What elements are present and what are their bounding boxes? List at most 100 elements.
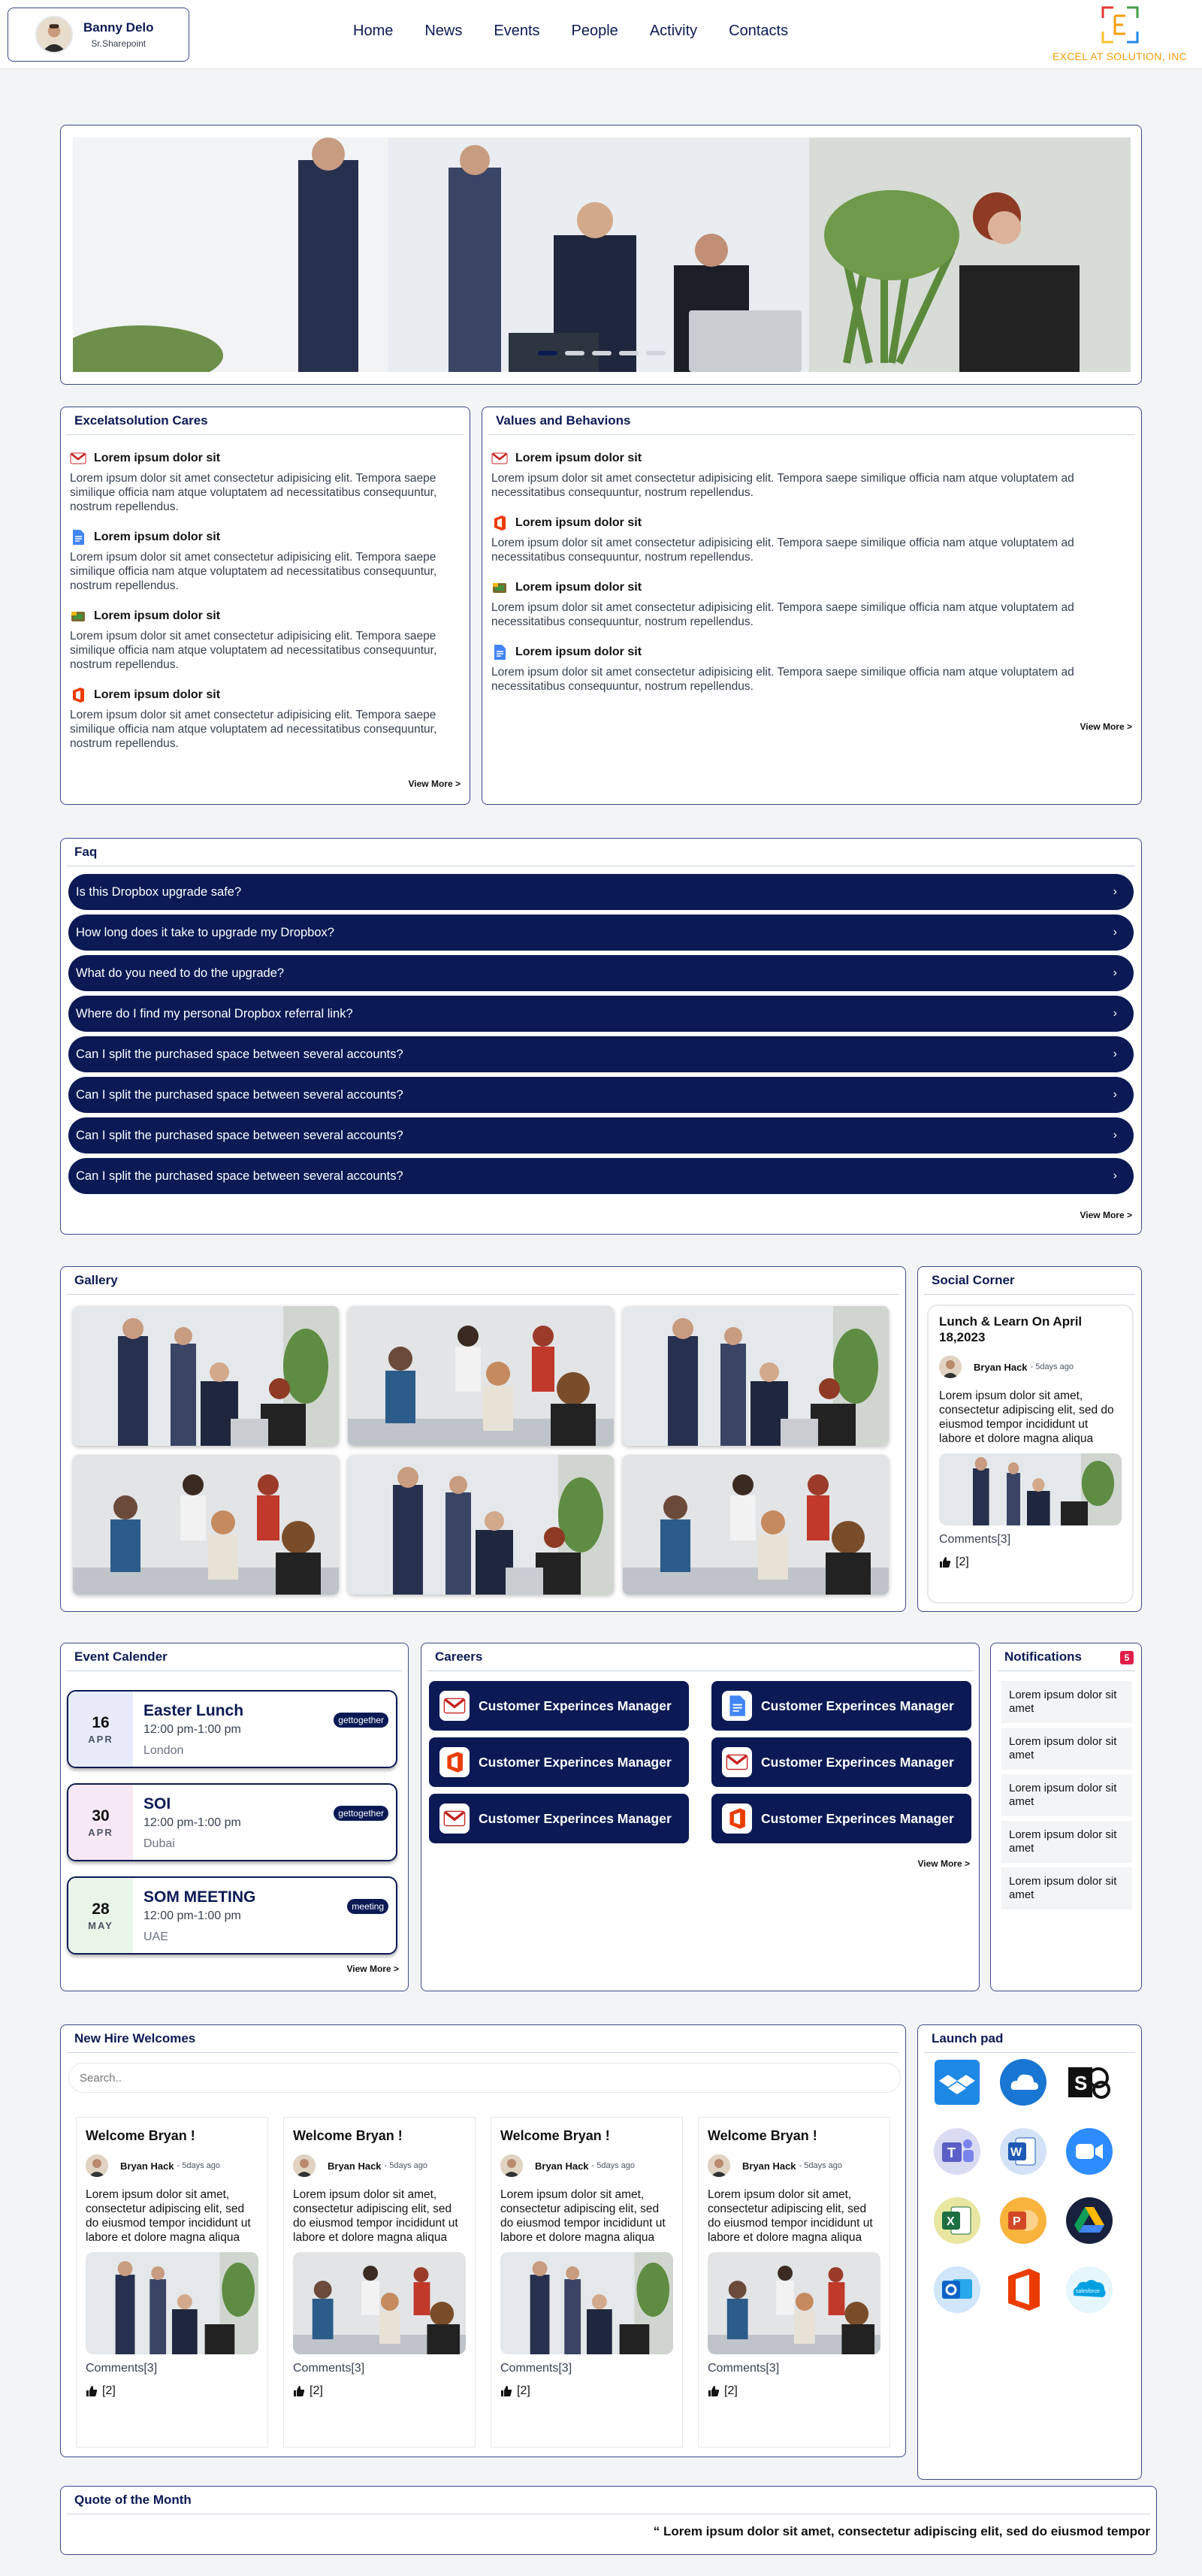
nav-people[interactable]: People xyxy=(572,23,618,40)
events-view-more[interactable]: View More > xyxy=(347,1964,399,1974)
post-comments[interactable]: Comments[3] xyxy=(293,2362,466,2375)
social-post[interactable]: Lunch & Learn On April 18,2023 Bryan Hac… xyxy=(927,1305,1134,1604)
career-label: Customer Experinces Manager xyxy=(761,1698,954,1713)
post-comments[interactable]: Comments[3] xyxy=(86,2362,258,2375)
cares-view-more[interactable]: View More > xyxy=(409,779,461,789)
company-logo[interactable]: EXCEL AT SOLUTION, INC xyxy=(1043,5,1197,62)
event-date: 28 MAY xyxy=(68,1878,133,1953)
post-comments[interactable]: Comments[3] xyxy=(708,2362,880,2375)
gallery-photo[interactable] xyxy=(623,1455,889,1595)
author-name[interactable]: Bryan Hack xyxy=(120,2160,174,2172)
item-title: Lorem ipsum dolor sit xyxy=(94,609,221,622)
career-item[interactable]: Customer Experinces Manager xyxy=(711,1794,971,1843)
search-input[interactable] xyxy=(68,2063,901,2093)
post-likes[interactable]: [2] xyxy=(86,2384,258,2398)
author-name[interactable]: Bryan Hack xyxy=(535,2160,589,2172)
item-text: Lorem ipsum dolor sit amet consectetur a… xyxy=(491,537,1074,564)
author-name[interactable]: Bryan Hack xyxy=(328,2160,382,2172)
item-text: Lorem ipsum dolor sit amet consectetur a… xyxy=(70,709,437,750)
outlook-icon[interactable] xyxy=(933,2266,981,2314)
faq-view-more[interactable]: View More > xyxy=(1080,1210,1132,1220)
career-item[interactable]: Customer Experinces Manager xyxy=(711,1737,971,1787)
post-likes[interactable]: [2] xyxy=(939,1556,1122,1569)
career-item[interactable]: Customer Experinces Manager xyxy=(429,1794,689,1843)
notification-item[interactable]: Lorem ipsum dolor sit amet xyxy=(1001,1774,1132,1816)
values-view-more[interactable]: View More > xyxy=(1080,721,1132,732)
gallery-photo[interactable] xyxy=(348,1306,614,1446)
notification-item[interactable]: Lorem ipsum dolor sit amet xyxy=(1001,1728,1132,1770)
post-likes[interactable]: [2] xyxy=(293,2384,466,2398)
word-icon[interactable]: W xyxy=(999,2127,1047,2175)
author-name[interactable]: Bryan Hack xyxy=(742,2160,796,2172)
event-location: UAE xyxy=(143,1930,168,1943)
zoom-icon[interactable] xyxy=(1065,2127,1113,2175)
faq-question[interactable]: Is this Dropbox upgrade safe? › xyxy=(68,874,1134,910)
office-icon xyxy=(722,1804,752,1834)
welcome-card[interactable]: Welcome Bryan ! Bryan Hack - 5days ago L… xyxy=(283,2117,476,2448)
event-title: SOM MEETING xyxy=(143,1888,256,1906)
author-name[interactable]: Bryan Hack xyxy=(974,1362,1028,1373)
welcome-card[interactable]: Welcome Bryan ! Bryan Hack - 5days ago L… xyxy=(698,2117,890,2448)
user-profile-card[interactable]: Banny Delo Sr.Sharepoint xyxy=(8,8,189,62)
event-card[interactable]: 16 APR Easter Lunch 12:00 pm-1:00 pm Lon… xyxy=(67,1690,397,1768)
carousel-dot[interactable] xyxy=(592,351,612,355)
carousel-dot[interactable] xyxy=(538,351,557,355)
cares-item: Lorem ipsum dolor sit Lorem ipsum dolor … xyxy=(61,687,470,751)
google-docs-icon xyxy=(70,529,86,546)
nav-activity[interactable]: Activity xyxy=(650,23,697,40)
nav-events[interactable]: Events xyxy=(494,23,539,40)
notification-count-badge: 5 xyxy=(1120,1651,1134,1664)
faq-question[interactable]: Can I split the purchased space between … xyxy=(68,1117,1134,1153)
event-time: 12:00 pm-1:00 pm xyxy=(143,1816,241,1829)
social-corner-panel: Social Corner Lunch & Learn On April 18,… xyxy=(917,1266,1142,1612)
notification-item[interactable]: Lorem ipsum dolor sit amet xyxy=(1001,1821,1132,1863)
carousel-dot[interactable] xyxy=(619,351,639,355)
svg-text:S: S xyxy=(1074,2072,1087,2094)
faq-question[interactable]: Where do I find my personal Dropbox refe… xyxy=(68,996,1134,1032)
faq-question[interactable]: Can I split the purchased space between … xyxy=(68,1077,1134,1113)
post-comments[interactable]: Comments[3] xyxy=(500,2362,673,2375)
welcome-card[interactable]: Welcome Bryan ! Bryan Hack - 5days ago L… xyxy=(76,2117,268,2448)
notifications-panel: Notifications 5 Lorem ipsum dolor sit am… xyxy=(990,1643,1142,1991)
event-card[interactable]: 30 APR SOI 12:00 pm-1:00 pm Dubai gettog… xyxy=(67,1783,397,1861)
salesforce-icon[interactable]: salesforce xyxy=(1065,2266,1113,2314)
teams-icon[interactable]: T xyxy=(933,2127,981,2175)
faq-question[interactable]: Can I split the purchased space between … xyxy=(68,1158,1134,1194)
post-likes[interactable]: [2] xyxy=(500,2384,673,2398)
faq-question[interactable]: What do you need to do the upgrade? › xyxy=(68,955,1134,991)
nav-home[interactable]: Home xyxy=(353,23,393,40)
post-comments[interactable]: Comments[3] xyxy=(939,1533,1122,1547)
google-drive-icon[interactable] xyxy=(1065,2197,1113,2245)
dropbox-icon[interactable] xyxy=(933,2058,981,2106)
svg-text:W: W xyxy=(1010,2146,1022,2159)
careers-view-more[interactable]: View More > xyxy=(918,1858,970,1869)
career-item[interactable]: Customer Experinces Manager xyxy=(711,1681,971,1731)
gallery-photo[interactable] xyxy=(73,1455,339,1595)
gallery-photo[interactable] xyxy=(73,1306,339,1446)
faq-question[interactable]: Can I split the purchased space between … xyxy=(68,1036,1134,1072)
gallery-photo[interactable] xyxy=(348,1455,614,1595)
welcome-card[interactable]: Welcome Bryan ! Bryan Hack - 5days ago L… xyxy=(491,2117,683,2448)
career-item[interactable]: Customer Experinces Manager xyxy=(429,1681,689,1731)
excel-icon[interactable]: X xyxy=(933,2197,981,2245)
carousel-dot[interactable] xyxy=(646,351,666,355)
post-likes[interactable]: [2] xyxy=(708,2384,880,2398)
nav-contacts[interactable]: Contacts xyxy=(729,23,788,40)
gallery-photo[interactable] xyxy=(623,1306,889,1446)
notification-item[interactable]: Lorem ipsum dolor sit amet xyxy=(1001,1681,1132,1723)
event-card[interactable]: 28 MAY SOM MEETING 12:00 pm-1:00 pm UAE … xyxy=(67,1876,397,1955)
onedrive-icon[interactable] xyxy=(999,2058,1047,2106)
nav-news[interactable]: News xyxy=(424,23,462,40)
career-item[interactable]: Customer Experinces Manager xyxy=(429,1737,689,1787)
gmail-icon xyxy=(722,1747,752,1777)
office-icon[interactable] xyxy=(999,2266,1047,2314)
carousel-dot[interactable] xyxy=(565,351,584,355)
sharepoint-icon[interactable]: S xyxy=(1065,2058,1113,2106)
gallery-title: Gallery xyxy=(67,1267,899,1295)
notification-item[interactable]: Lorem ipsum dolor sit amet xyxy=(1001,1867,1132,1909)
powerpoint-icon[interactable]: P xyxy=(999,2197,1047,2245)
faq-question[interactable]: How long does it take to upgrade my Drop… xyxy=(68,915,1134,951)
event-month: APR xyxy=(88,1826,113,1838)
avatar xyxy=(293,2154,316,2177)
item-title: Lorem ipsum dolor sit xyxy=(515,452,642,464)
